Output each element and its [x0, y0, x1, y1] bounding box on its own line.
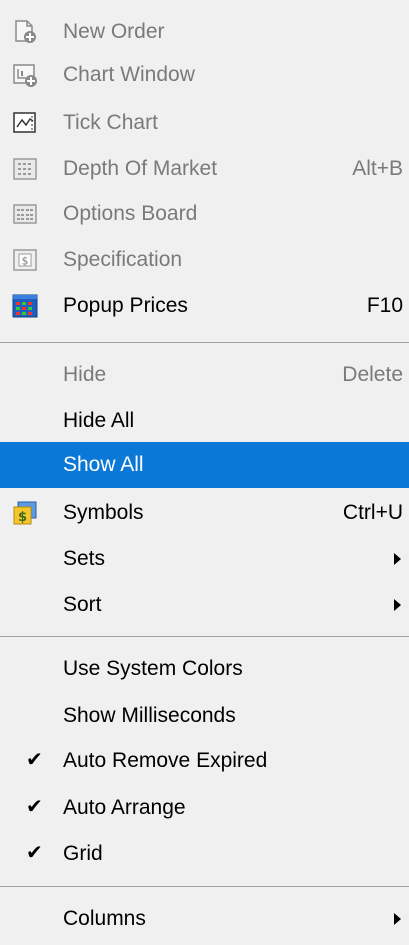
submenu-arrow-icon: [394, 553, 401, 565]
menu-item-label: Tick Chart: [63, 111, 158, 134]
new-order-icon: [15, 20, 36, 43]
menu-item-label: Options Board: [63, 202, 198, 225]
chart-window-icon: [13, 64, 37, 87]
menu-item-depth-of-market[interactable]: Depth Of Market Alt+B: [0, 146, 409, 192]
menu-item-new-order[interactable]: New Order: [0, 9, 409, 55]
submenu-arrow-icon: [394, 913, 401, 925]
symbols-icon: $: [13, 501, 37, 525]
checkmark-icon: ✔: [26, 842, 43, 864]
menu-item-grid[interactable]: ✔ Grid: [0, 831, 409, 877]
menu-item-hide-all[interactable]: Hide All: [0, 398, 409, 444]
menu-item-label: Depth Of Market: [63, 157, 218, 180]
menu-item-show-milliseconds[interactable]: Show Milliseconds: [0, 693, 409, 739]
menu-item-specification[interactable]: $ Specification: [0, 237, 409, 283]
menu-item-label: Use System Colors: [63, 657, 243, 680]
menu-item-label: Symbols: [63, 501, 144, 524]
menu-item-tick-chart[interactable]: Tick Chart: [0, 100, 409, 146]
menu-item-chart-window[interactable]: Chart Window: [0, 52, 409, 98]
depth-of-market-icon: [13, 158, 37, 180]
menu-separator: [0, 636, 409, 637]
checkmark-icon: ✔: [26, 749, 43, 771]
menu-item-label: Show All: [63, 453, 144, 476]
menu-item-shortcut: Delete: [342, 363, 403, 386]
svg-text:$: $: [22, 255, 29, 268]
menu-item-label: Chart Window: [63, 63, 195, 86]
menu-item-auto-arrange[interactable]: ✔ Auto Arrange: [0, 785, 409, 831]
menu-separator: [0, 886, 409, 887]
menu-item-show-all[interactable]: Show All: [0, 442, 409, 488]
menu-item-label: Specification: [63, 248, 183, 271]
context-menu: New Order Chart Window Tick Chart Depth …: [0, 0, 409, 945]
menu-item-sets[interactable]: Sets: [0, 536, 409, 582]
menu-item-columns[interactable]: Columns: [0, 896, 409, 942]
menu-item-label: Sets: [63, 547, 106, 570]
menu-item-use-system-colors[interactable]: Use System Colors: [0, 646, 409, 692]
menu-item-hide[interactable]: Hide Delete: [0, 352, 409, 398]
menu-item-auto-remove-expired[interactable]: ✔ Auto Remove Expired: [0, 738, 409, 784]
checkmark-icon: ✔: [26, 796, 43, 818]
menu-item-shortcut: Ctrl+U: [342, 501, 403, 524]
menu-item-label: Show Milliseconds: [63, 704, 236, 727]
menu-item-popup-prices[interactable]: Popup Prices F10: [0, 283, 409, 329]
svg-text:$: $: [18, 510, 27, 525]
submenu-arrow-icon: [394, 599, 401, 611]
menu-item-label: Sort: [63, 593, 102, 616]
menu-item-label: Hide All: [63, 409, 135, 432]
menu-item-label: Columns: [63, 907, 146, 930]
menu-item-sort[interactable]: Sort: [0, 582, 409, 628]
menu-separator: [0, 342, 409, 343]
menu-item-label: Hide: [63, 363, 107, 386]
menu-item-label: Grid: [63, 842, 103, 865]
menu-item-label: Popup Prices: [63, 294, 188, 317]
menu-item-shortcut: Alt+B: [352, 157, 403, 180]
menu-item-shortcut: F10: [366, 294, 403, 317]
menu-item-options-board[interactable]: Options Board: [0, 191, 409, 237]
menu-item-label: New Order: [63, 20, 165, 43]
popup-prices-icon: [12, 294, 38, 318]
tick-chart-icon: [13, 112, 36, 133]
options-board-icon: [13, 204, 37, 224]
specification-icon: $: [13, 249, 37, 271]
menu-item-symbols[interactable]: $ Symbols Ctrl+U: [0, 490, 409, 536]
menu-item-label: Auto Remove Expired: [63, 749, 268, 772]
menu-item-label: Auto Arrange: [63, 796, 186, 819]
